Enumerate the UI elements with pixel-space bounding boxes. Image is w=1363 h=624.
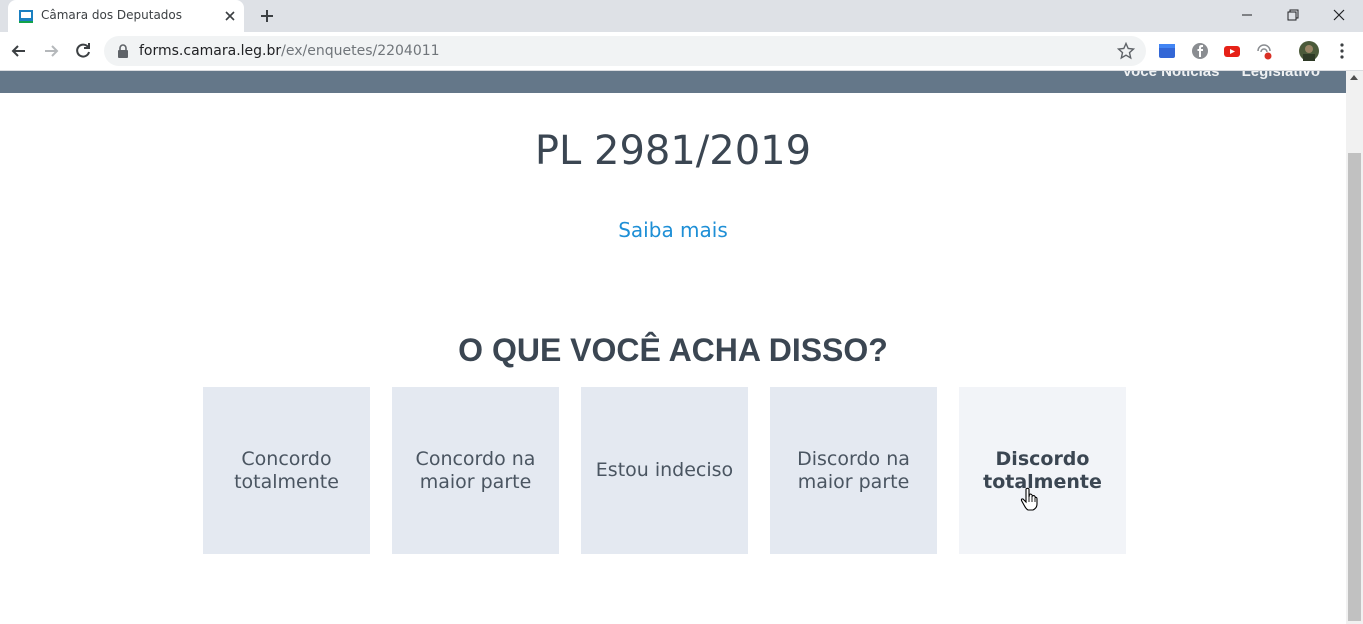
- header-link[interactable]: Legislativo: [1242, 71, 1320, 80]
- browser-toolbar: forms.camara.leg.br/ex/enquetes/2204011: [0, 32, 1363, 71]
- extension-youtube-icon[interactable]: [1223, 42, 1241, 60]
- poll-question: O QUE VOCÊ ACHA DISSO?: [458, 332, 888, 368]
- scroll-thumb[interactable]: [1348, 153, 1361, 621]
- site-header: Você Notícias Legislativo: [0, 71, 1346, 93]
- camara-favicon-icon: [19, 10, 33, 23]
- minimize-button[interactable]: [1224, 0, 1270, 32]
- close-window-icon: [1333, 9, 1345, 21]
- close-icon[interactable]: [222, 8, 238, 24]
- reload-icon[interactable]: [73, 41, 93, 61]
- plus-icon[interactable]: [258, 7, 276, 25]
- option-concordo-totalmente[interactable]: Concordo totalmente: [203, 387, 370, 554]
- option-concordo-maior-parte[interactable]: Concordo na maior parte: [392, 387, 559, 554]
- option-discordo-maior-parte[interactable]: Discordo na maior parte: [770, 387, 937, 554]
- scroll-up-icon[interactable]: [1350, 75, 1358, 80]
- option-discordo-totalmente[interactable]: Discordo totalmente: [959, 387, 1126, 554]
- arrow-right-icon[interactable]: [41, 41, 61, 61]
- lock-icon: [118, 44, 128, 58]
- address-bar[interactable]: forms.camara.leg.br/ex/enquetes/2204011: [104, 36, 1146, 66]
- browser-tab[interactable]: Câmara dos Deputados: [8, 0, 244, 32]
- kebab-menu-icon[interactable]: [1333, 42, 1351, 60]
- close-window-button[interactable]: [1316, 0, 1362, 32]
- avatar[interactable]: [1299, 41, 1319, 61]
- saiba-mais-link[interactable]: Saiba mais: [0, 218, 1346, 242]
- minimize-icon: [1242, 14, 1252, 16]
- restore-button[interactable]: [1270, 0, 1316, 32]
- url-text: forms.camara.leg.br/ex/enquetes/2204011: [139, 43, 440, 59]
- star-icon[interactable]: [1117, 42, 1135, 60]
- header-nav: Você Notícias Legislativo: [1104, 71, 1320, 80]
- option-estou-indeciso[interactable]: Estou indeciso: [581, 387, 748, 554]
- arrow-left-icon[interactable]: [9, 41, 29, 61]
- tab-strip: Câmara dos Deputados: [0, 0, 1363, 32]
- extension-facebook-icon[interactable]: [1191, 42, 1209, 60]
- page-scrollbar[interactable]: [1346, 71, 1363, 624]
- extension-calendar-icon[interactable]: [1158, 42, 1176, 60]
- bill-title: PL 2981/2019: [534, 128, 812, 174]
- restore-icon: [1287, 9, 1299, 21]
- extension-broadcast-icon[interactable]: [1255, 42, 1273, 60]
- hand-cursor-icon: [1020, 487, 1038, 511]
- tab-title: Câmara dos Deputados: [41, 8, 183, 22]
- header-link[interactable]: Você Notícias: [1122, 71, 1219, 80]
